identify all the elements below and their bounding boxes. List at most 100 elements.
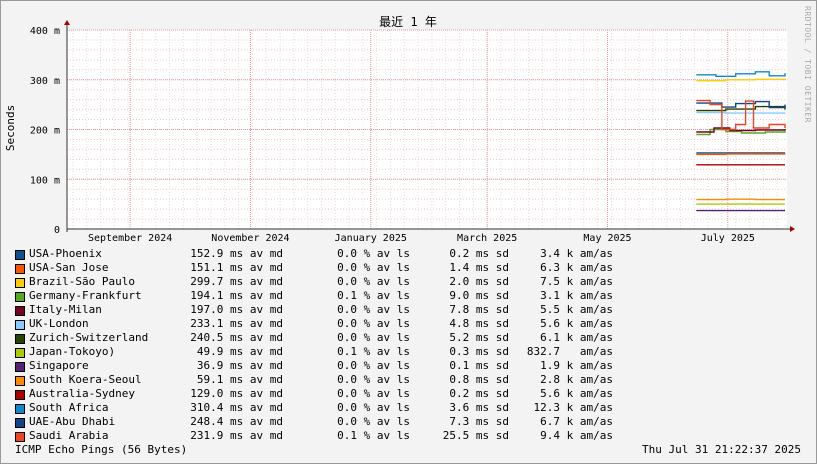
x-tick-label: May 2025 [583,233,631,244]
legend-stddev: 9.0 ms sd [449,289,509,302]
legend-median: 36.9 ms av md [196,359,283,372]
y-tick-label: 400 m [30,26,60,37]
chart-title: 最近 1 年 [379,15,437,29]
legend-series-name: USA-San Jose [29,261,109,274]
legend-am-as: 12.3 k am/as [533,401,613,414]
legend-am-as: 7.5 k am/as [540,275,613,288]
legend-stddev: 0.2 ms sd [449,247,509,260]
legend-series-name: Singapore [29,359,89,372]
legend-median: 233.1 ms av md [190,317,283,330]
legend-stddev: 4.8 ms sd [449,317,509,330]
legend-median: 49.9 ms av md [196,345,283,358]
legend-loss: 0.0 % av ls [337,331,410,344]
legend-stddev: 0.1 ms sd [449,359,509,372]
y-tick-label: 200 m [30,126,60,137]
legend-swatch [15,376,25,386]
legend-stddev: 0.2 ms sd [449,387,509,400]
legend-series-name: Saudi Arabia [29,429,109,442]
legend-stddev: 1.4 ms sd [449,261,509,274]
legend-stddev: 3.6 ms sd [449,401,509,414]
x-tick-label: January 2025 [335,233,407,244]
legend-median: 310.4 ms av md [190,401,283,414]
legend-median: 248.4 ms av md [190,415,283,428]
legend-am-as: 832.7 am/as [526,345,613,358]
legend-swatch [15,264,25,274]
x-tick-label: March 2025 [457,233,517,244]
legend-am-as: 3.4 k am/as [540,247,613,260]
legend-swatch [15,348,25,358]
legend-median: 231.9 ms av md [190,429,283,442]
y-axis-label: Seconds [4,105,17,151]
legend-series-name: Italy-Milan [29,303,102,316]
legend-stddev: 0.8 ms sd [449,373,509,386]
legend-series-name: Australia-Sydney [29,387,135,400]
grid [67,29,787,229]
legend-loss: 0.0 % av ls [337,415,410,428]
footer-description: ICMP Echo Pings (56 Bytes) [15,443,188,456]
footer-timestamp: Thu Jul 31 21:22:37 2025 [642,443,801,456]
legend-median: 151.1 ms av md [190,261,283,274]
legend-loss: 0.0 % av ls [337,303,410,316]
legend-series-name: Japan-Tokoyo) [29,345,116,358]
legend-loss: 0.0 % av ls [337,247,410,260]
legend-swatch [15,404,25,414]
legend-loss: 0.1 % av ls [337,289,410,302]
legend-stddev: 2.0 ms sd [449,275,509,288]
legend-swatch [15,278,25,288]
legend-median: 240.5 ms av md [190,331,283,344]
legend-loss: 0.1 % av ls [337,345,410,358]
y-axis-arrow [64,20,70,25]
series-line [696,111,786,114]
y-tick-label: 0 [54,225,60,236]
legend-swatch [15,362,25,372]
legend-swatch [15,390,25,400]
legend-median: 129.0 ms av md [190,387,283,400]
legend-stddev: 7.3 ms sd [449,415,509,428]
legend-median: 194.1 ms av md [190,289,283,302]
legend-am-as: 6.7 k am/as [540,415,613,428]
legend-am-as: 5.6 k am/as [540,387,613,400]
legend-swatch [15,418,25,428]
legend-loss: 0.1 % av ls [337,429,410,442]
legend-median: 59.1 ms av md [196,373,283,386]
legend-swatch [15,334,25,344]
legend-swatch [15,320,25,330]
legend-median: 299.7 ms av md [190,275,283,288]
legend-loss: 0.0 % av ls [337,401,410,414]
legend-series-name: Brazil-São Paulo [29,275,135,288]
legend-stddev: 7.8 ms sd [449,303,509,316]
legend-stddev: 25.5 ms sd [442,429,509,442]
y-tick-label: 300 m [30,76,60,87]
x-axis-arrow [790,226,795,232]
legend-am-as: 3.1 k am/as [540,289,613,302]
x-tick-label: September 2024 [88,233,172,244]
legend-loss: 0.0 % av ls [337,359,410,372]
legend-stddev: 5.2 ms sd [449,331,509,344]
legend-am-as: 6.3 k am/as [540,261,613,274]
legend-stddev: 0.3 ms sd [449,345,509,358]
legend-loss: 0.0 % av ls [337,373,410,386]
legend-swatch [15,432,25,442]
legend-series-name: Zurich-Switzerland [29,331,149,344]
legend-loss: 0.0 % av ls [337,275,410,288]
legend-am-as: 5.5 k am/as [540,303,613,316]
legend-loss: 0.0 % av ls [337,261,410,274]
legend-series-name: South Koera-Seoul [29,373,142,386]
rrdtool-watermark: RRDTOOL / TOBI OETIKER [803,6,812,123]
legend-loss: 0.0 % av ls [337,387,410,400]
legend-am-as: 6.1 k am/as [540,331,613,344]
legend-median: 197.0 ms av md [190,303,283,316]
legend-median: 152.9 ms av md [190,247,283,260]
legend-series-name: South Africa [29,401,109,414]
legend-swatch [15,250,25,260]
x-tick-label: July 2025 [701,233,755,244]
legend-am-as: 9.4 k am/as [540,429,613,442]
y-tick-label: 100 m [30,175,60,186]
legend-am-as: 2.8 k am/as [540,373,613,386]
legend-series-name: USA-Phoenix [29,247,102,260]
legend-swatch [15,306,25,316]
x-tick-label: November 2024 [211,233,289,244]
legend-loss: 0.0 % av ls [337,317,410,330]
legend-series-name: UAE-Abu Dhabi [29,415,116,428]
legend-am-as: 1.9 k am/as [540,359,613,372]
